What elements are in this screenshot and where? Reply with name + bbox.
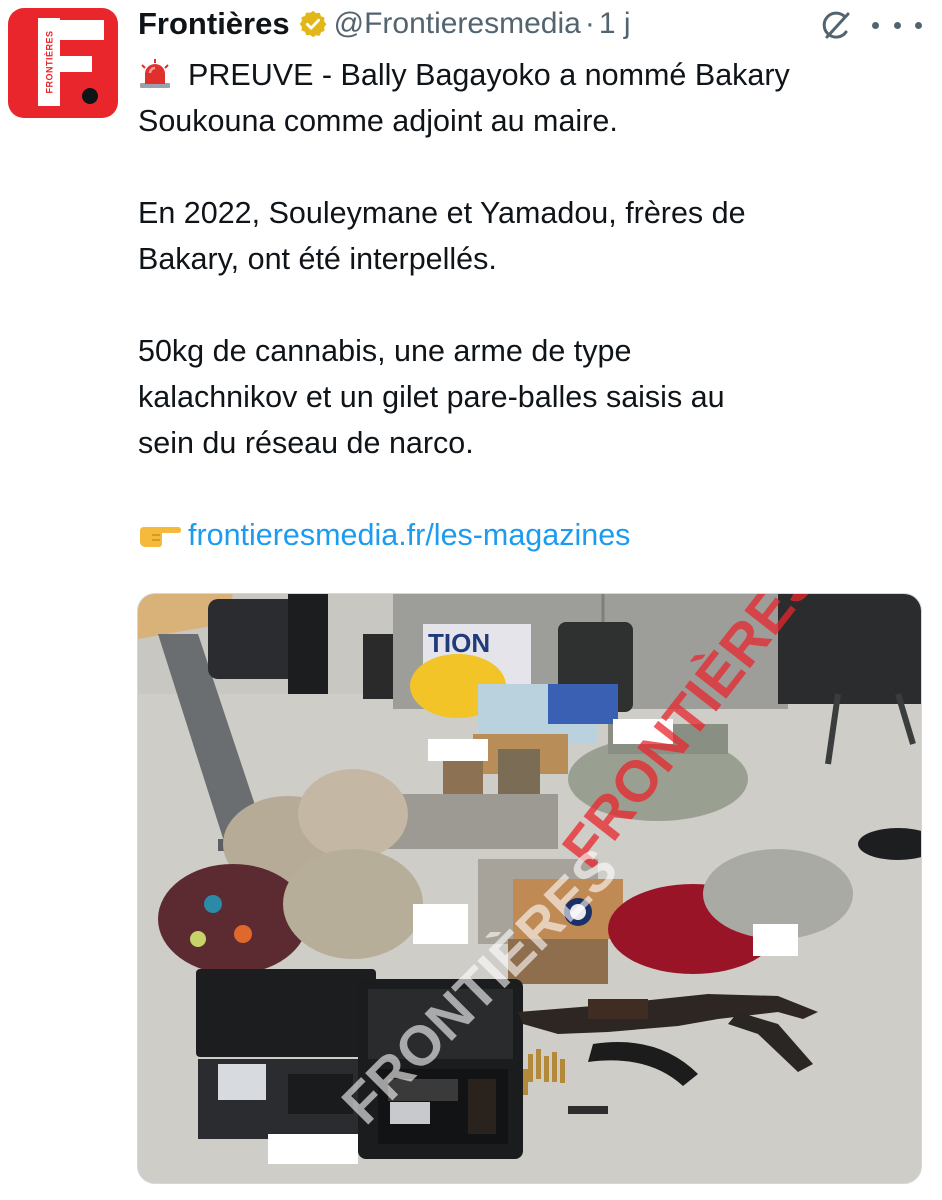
- tweet-line-5: 50kg de cannabis, une arme de type: [138, 334, 632, 368]
- tweet-media-photo[interactable]: TION FRONTIÈRES FRONTIÈRES: [137, 593, 922, 1184]
- handle[interactable]: @Frontieresmedia: [334, 7, 581, 41]
- tweet-line-2: Soukouna comme adjoint au maire.: [138, 104, 618, 138]
- avatar-dot: [82, 88, 98, 104]
- avatar-vertical-text: FRONTIÈRES: [38, 18, 60, 106]
- verified-badge-icon[interactable]: [298, 9, 328, 39]
- bag-text: TION: [428, 628, 490, 658]
- avatar[interactable]: FRONTIÈRES: [8, 8, 118, 118]
- tweet-text: PREUVE - Bally Bagayoko a nommé Bakary S…: [138, 52, 928, 558]
- display-name[interactable]: Frontières: [138, 6, 290, 42]
- tweet-link-line: frontieresmedia.fr/les-magazines: [138, 512, 928, 558]
- more-icon[interactable]: [872, 10, 922, 40]
- tweet-line-4: Bakary, ont été interpellés.: [138, 242, 497, 276]
- grok-icon[interactable]: [818, 10, 854, 42]
- siren-emoji-icon: [140, 59, 170, 88]
- tweet-line-1: PREUVE - Bally Bagayoko a nommé Bakary: [138, 52, 928, 98]
- tweet-line-1-text: PREUVE - Bally Bagayoko a nommé Bakary: [188, 58, 790, 92]
- tweet-header: Frontières @Frontieresmedia · 1 j: [138, 2, 631, 46]
- separator: ·: [584, 7, 595, 40]
- tweet-line-6: kalachnikov et un gilet pare-balles sais…: [138, 380, 725, 414]
- tweet-line-7: sein du réseau de narco.: [138, 426, 474, 460]
- pointing-hand-emoji-icon: [140, 527, 181, 547]
- tweet-link[interactable]: frontieresmedia.fr/les-magazines: [188, 518, 630, 552]
- timestamp[interactable]: 1 j: [599, 7, 631, 41]
- tweet-line-3: En 2022, Souleymane et Yamadou, frères d…: [138, 196, 746, 230]
